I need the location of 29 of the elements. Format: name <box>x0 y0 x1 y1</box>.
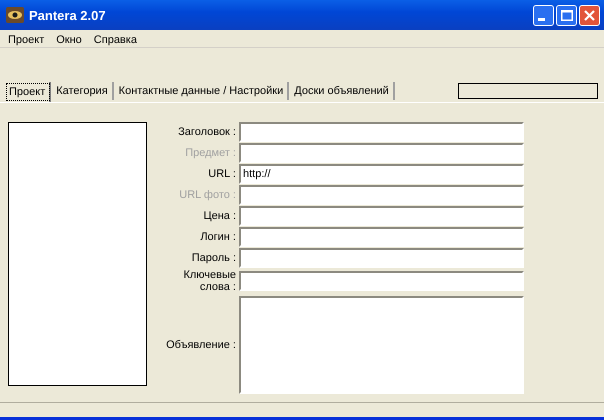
field-label: Объявление : <box>165 339 237 351</box>
field-label: Логин : <box>199 231 237 243</box>
close-icon <box>584 10 595 20</box>
input-field[interactable] <box>239 248 524 268</box>
input-field[interactable]: http:// <box>239 164 524 184</box>
text-area[interactable] <box>239 296 524 394</box>
field-label: Предмет : <box>184 147 237 159</box>
input-field[interactable] <box>239 227 524 247</box>
menu-item[interactable]: Проект <box>2 34 50 46</box>
input-field[interactable] <box>239 206 524 226</box>
tab[interactable]: Проект <box>5 82 52 102</box>
field-label: Цена : <box>202 210 237 222</box>
maximize-button[interactable] <box>556 4 577 26</box>
field-label: Пароль : <box>190 252 237 264</box>
field-label: Ключевые слова : <box>182 269 237 293</box>
minimize-icon <box>538 18 545 20</box>
project-list[interactable] <box>8 122 147 386</box>
minimize-button[interactable] <box>533 4 554 26</box>
maximize-icon <box>560 10 572 20</box>
close-button[interactable] <box>579 4 600 26</box>
field-label: URL фото : <box>178 189 237 201</box>
menu-item[interactable]: Справка <box>88 34 143 46</box>
window-title: Pantera 2.07 <box>29 8 106 22</box>
field-label: Заголовок : <box>177 126 237 138</box>
input-field[interactable] <box>239 122 524 142</box>
input-field[interactable] <box>239 271 524 291</box>
eye-icon <box>6 7 24 23</box>
field-label: URL : <box>207 168 237 180</box>
menu-item[interactable]: Окно <box>50 34 88 46</box>
